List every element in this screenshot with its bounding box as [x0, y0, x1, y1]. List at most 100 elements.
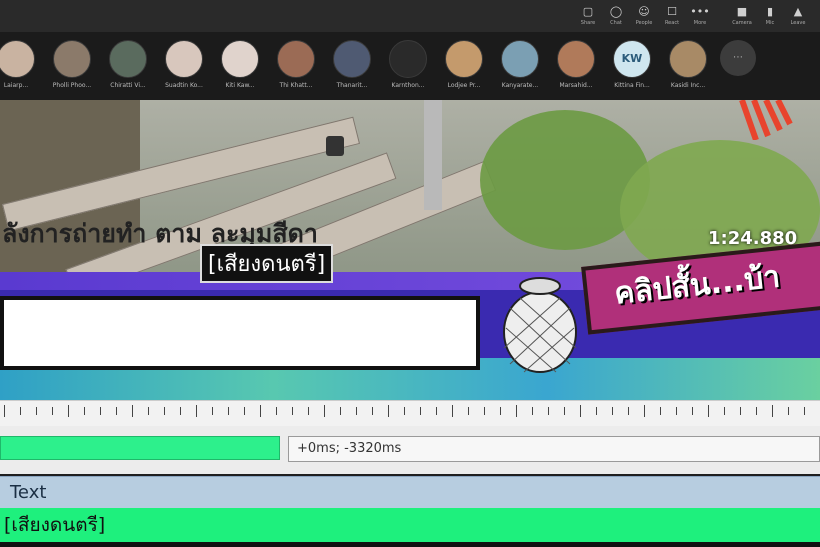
top-toolbar: ▢ Share ◯ Chat ☺ People ☐ React ••• More ■ Camera ▮ M…	[0, 0, 820, 32]
participant-tile[interactable]: Chiratti Vi...	[100, 40, 156, 89]
text-column-header[interactable]: Text	[0, 476, 820, 509]
participant-tile[interactable]: Laiarp...	[0, 40, 44, 89]
subtitle-duration-bar[interactable]	[0, 436, 280, 460]
participant-strip: Laiarp... Pholli Phoo... Chiratti Vi... Sua…	[0, 32, 820, 100]
participant-name: Chiratti Vi...	[110, 82, 146, 89]
subtitle-box	[0, 296, 480, 370]
avatar	[445, 40, 483, 78]
participant-name: Kasidi Inc...	[670, 82, 706, 89]
ruler-tick	[324, 405, 325, 417]
timing-row: +0ms; -3320ms	[0, 426, 820, 474]
participant-name: Suadtin Ko...	[165, 82, 203, 89]
participant-tile[interactable]: Karnthon...	[380, 40, 436, 89]
ruler-tick	[580, 405, 581, 417]
ruler-tick	[148, 407, 149, 415]
ruler-tick	[164, 407, 165, 415]
participant-name: Marsahid...	[559, 82, 593, 89]
ruler-tick	[500, 407, 501, 415]
bottom-edge	[0, 542, 820, 547]
ruler-tick	[228, 407, 229, 415]
subtitle-text-value: [เสียงดนตรี]	[4, 514, 106, 536]
avatar	[501, 40, 539, 78]
ruler-tick	[84, 407, 85, 415]
participant-tile[interactable]: Thanarit...	[324, 40, 380, 89]
toolbar-icons: ▢ Share ◯ Chat ☺ People ☐ React ••• More ■ Camera ▮ M…	[574, 2, 812, 30]
ruler-tick	[100, 407, 101, 415]
participant-name: Kanyarate...	[501, 82, 539, 89]
ruler-tick	[676, 407, 677, 415]
text-column-label: Text	[10, 482, 47, 503]
screen-share-icon-label: Share	[580, 20, 596, 26]
subtitle-tag: [เสียงดนตรี]	[200, 244, 334, 283]
participant-tile[interactable]: Thi Khatt...	[268, 40, 324, 89]
ruler-tick	[468, 407, 469, 415]
red-stripes-graphic	[739, 100, 793, 140]
leave-icon[interactable]: ▲ Leave	[784, 2, 812, 30]
chat-icon[interactable]: ◯ Chat	[602, 2, 630, 30]
basket-illustration	[503, 277, 577, 373]
avatar	[221, 40, 259, 78]
ruler-tick	[788, 407, 789, 415]
ruler-tick	[740, 407, 741, 415]
screen-share-icon[interactable]: ▢ Share	[574, 2, 602, 30]
ruler-tick	[340, 407, 341, 415]
camera-icon[interactable]: ■ Camera	[728, 2, 756, 30]
chat-icon-glyph: ◯	[609, 5, 623, 18]
ruler-tick	[772, 405, 773, 417]
ruler-tick	[692, 407, 693, 415]
participant-tile[interactable]: Kiti Kaw...	[212, 40, 268, 89]
subtitle-text-row[interactable]: [เสียงดนตรี]	[0, 508, 820, 542]
timeline-ruler[interactable]	[0, 400, 820, 428]
participant-tile[interactable]: Lodjee Pr...	[436, 40, 492, 89]
ruler-tick	[260, 405, 261, 417]
ruler-tick	[724, 407, 725, 415]
leave-icon-glyph: ▲	[793, 5, 803, 18]
participant-name: Thanarit...	[336, 82, 368, 89]
ruler-tick	[756, 407, 757, 415]
chat-icon-label: Chat	[610, 20, 622, 26]
reactions-icon[interactable]: ☐ React	[658, 2, 686, 30]
ruler-tick	[308, 407, 309, 415]
ruler-tick	[180, 407, 181, 415]
more-icon-glyph: •••	[690, 5, 710, 18]
reactions-icon-label: React	[664, 20, 680, 26]
ruler-tick	[196, 405, 197, 417]
more-participants-button[interactable]: ⋯	[720, 40, 756, 76]
ruler-tick	[564, 407, 565, 415]
participant-name: Lodjee Pr...	[447, 82, 481, 89]
ruler-tick	[356, 407, 357, 415]
participant-tile[interactable]: Marsahid...	[548, 40, 604, 89]
ruler-tick	[292, 407, 293, 415]
ruler-tick	[4, 405, 5, 417]
participant-name: Karnthon...	[391, 82, 425, 89]
ruler-tick	[660, 407, 661, 415]
participant-tile[interactable]: KW Kittina Fin...	[604, 40, 660, 89]
ruler-tick	[132, 405, 133, 417]
ruler-tick	[20, 407, 21, 415]
participant-tile[interactable]: Kanyarate...	[492, 40, 548, 89]
camera-icon-label: Camera	[732, 20, 752, 26]
camera-icon-glyph: ■	[736, 5, 748, 18]
participant-tile[interactable]: Suadtin Ko...	[156, 40, 212, 89]
ruler-tick	[612, 407, 613, 415]
avatar	[109, 40, 147, 78]
participants-icon[interactable]: ☺ People	[630, 2, 658, 30]
screen-share-icon-glyph: ▢	[582, 5, 594, 18]
participant-tile[interactable]: Pholli Phoo...	[44, 40, 100, 89]
more-icon-label: More	[693, 20, 707, 26]
ruler-tick	[804, 407, 805, 415]
more-icon[interactable]: ••• More	[686, 2, 714, 30]
reactions-icon-glyph: ☐	[667, 5, 677, 18]
participant-name: Laiarp...	[3, 82, 29, 89]
timing-offset-field[interactable]: +0ms; -3320ms	[288, 436, 820, 462]
ruler-tick	[276, 407, 277, 415]
participants-icon-label: People	[635, 20, 653, 26]
mic-icon[interactable]: ▮ Mic	[756, 2, 784, 30]
metal-pole	[424, 100, 442, 210]
ruler-tick	[388, 405, 389, 417]
avatar	[557, 40, 595, 78]
ruler-tick	[436, 407, 437, 415]
ruler-tick	[116, 407, 117, 415]
ruler-tick	[52, 407, 53, 415]
participant-tile[interactable]: Kasidi Inc...	[660, 40, 716, 89]
